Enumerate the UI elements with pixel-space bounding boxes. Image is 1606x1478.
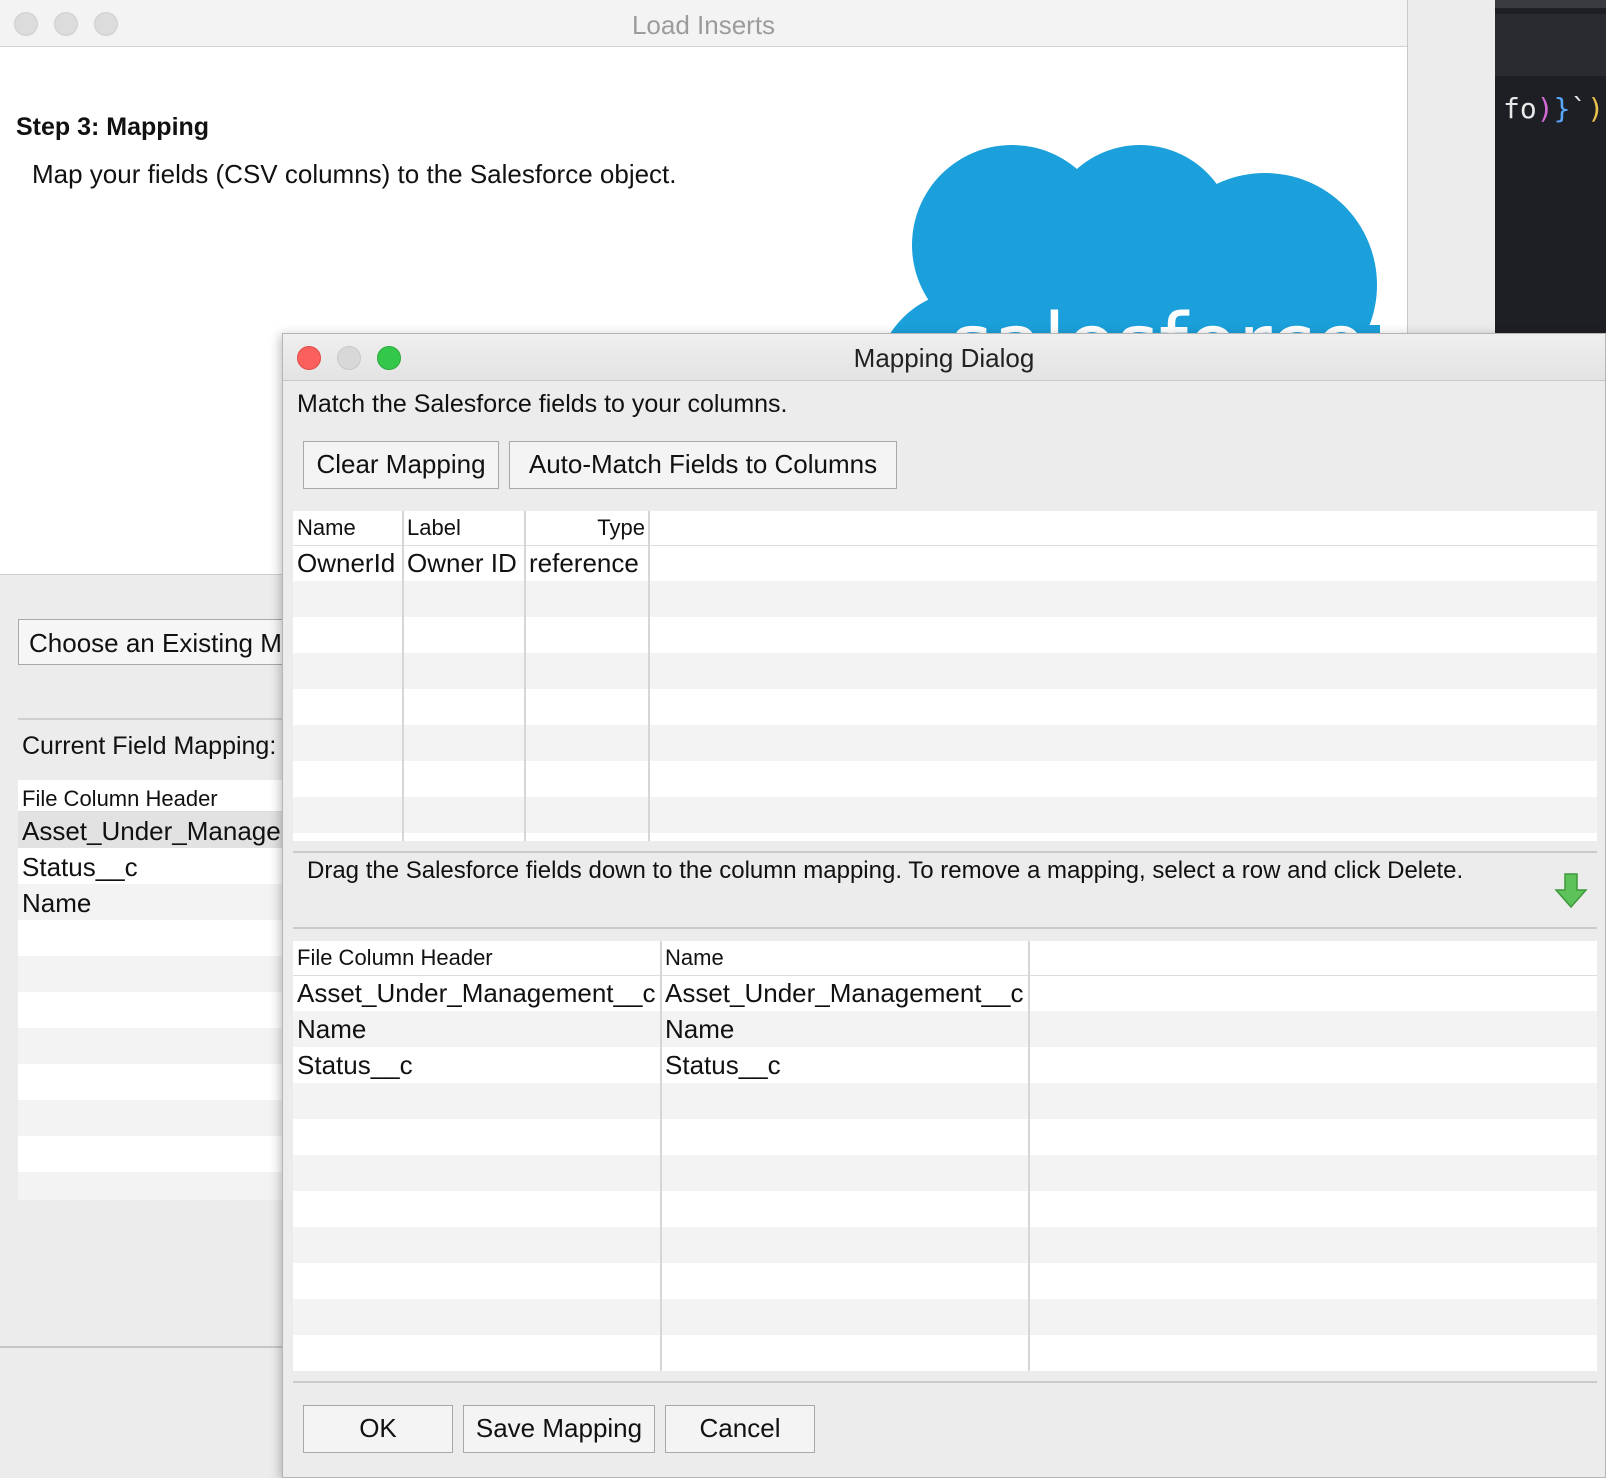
file-column-cell[interactable]: Status__c [293, 1047, 417, 1083]
clear-mapping-button[interactable]: Clear Mapping [303, 441, 499, 489]
step-title: Step 3: Mapping [16, 113, 210, 141]
divider [0, 1346, 320, 1348]
table-row-empty[interactable] [293, 1263, 1597, 1299]
table-row-empty[interactable] [18, 1172, 318, 1200]
divider [18, 718, 318, 720]
column-divider [648, 511, 650, 841]
arrow-down-icon [1554, 873, 1588, 909]
table-row-empty[interactable] [293, 1155, 1597, 1191]
field-type-cell[interactable]: reference [525, 545, 643, 581]
table-header: Name Label Type [293, 511, 1597, 546]
divider [293, 851, 1597, 853]
table-row-empty[interactable] [18, 1100, 318, 1136]
current-mapping-table[interactable]: File Column Header Asset_Under_Manage St… [18, 780, 318, 1200]
table-row-empty[interactable] [293, 1335, 1597, 1371]
table-row-empty[interactable] [18, 1136, 318, 1172]
table-row-empty[interactable] [18, 1028, 318, 1064]
code-token: ) [1587, 92, 1605, 125]
table-row-empty[interactable] [293, 797, 1597, 833]
window-title: Load Inserts [631, 10, 776, 40]
table-row[interactable]: Asset_Under_Manage [18, 812, 318, 848]
column-divider [1028, 941, 1030, 1371]
dialog-instruction: Match the Salesforce fields to your colu… [297, 390, 788, 418]
column-header-name[interactable]: Name [661, 941, 1029, 975]
editor-tab-strip [1495, 14, 1606, 76]
cancel-button[interactable]: Cancel [665, 1405, 815, 1453]
divider [293, 1381, 1597, 1383]
mapped-field-cell[interactable]: Name [661, 1011, 738, 1047]
code-token: ) [1536, 92, 1554, 125]
column-header-file[interactable]: File Column Header [293, 941, 661, 975]
table-row[interactable] [293, 1047, 1597, 1083]
column-header-label[interactable]: Label [403, 511, 525, 545]
editor-top-strip [1495, 0, 1606, 8]
code-token: ` [1570, 92, 1588, 125]
table-row-empty[interactable] [293, 1299, 1597, 1335]
table-row-empty[interactable] [293, 1119, 1597, 1155]
table-row-empty[interactable] [293, 1191, 1597, 1227]
table-header: File Column Header Name [293, 941, 1597, 976]
ok-button[interactable]: OK [303, 1405, 453, 1453]
column-header-name[interactable]: Name [293, 511, 403, 545]
table-header[interactable]: File Column Header [18, 780, 318, 812]
field-name-cell[interactable]: OwnerId [293, 545, 399, 581]
auto-match-button[interactable]: Auto-Match Fields to Columns [509, 441, 897, 489]
file-column-cell[interactable]: Name [293, 1011, 370, 1047]
field-label-cell[interactable]: Owner ID [403, 545, 521, 581]
mapping-dialog: Mapping Dialog Match the Salesforce fiel… [282, 333, 1606, 1478]
current-field-mapping-label: Current Field Mapping: [22, 732, 277, 760]
table-row[interactable] [293, 1011, 1597, 1047]
column-mapping-table[interactable]: File Column Header Name Asset_Under_Mana… [293, 941, 1597, 1371]
step-description: Map your fields (CSV columns) to the Sal… [32, 159, 677, 189]
load-inserts-titlebar: Load Inserts [0, 0, 1407, 47]
table-row-empty[interactable] [293, 1083, 1597, 1119]
table-row-empty[interactable] [18, 920, 318, 956]
table-row-empty[interactable] [18, 956, 318, 992]
table-row[interactable]: Status__c [18, 848, 318, 884]
save-mapping-button[interactable]: Save Mapping [463, 1405, 655, 1453]
table-row-empty[interactable] [293, 761, 1597, 797]
table-row-empty[interactable] [18, 992, 318, 1028]
table-row[interactable]: Name [18, 884, 318, 920]
table-row-empty[interactable] [293, 617, 1597, 653]
table-row-empty[interactable] [293, 653, 1597, 689]
code-token: } [1553, 92, 1571, 125]
editor-code-line: fo)}`) [1503, 92, 1604, 125]
dialog-title: Mapping Dialog [853, 343, 1035, 373]
table-row-empty[interactable] [293, 725, 1597, 761]
salesforce-fields-table[interactable]: Name Label Type OwnerId Owner ID referen… [293, 511, 1597, 841]
file-column-cell[interactable]: Asset_Under_Management__c [293, 975, 659, 1011]
mapped-field-cell[interactable]: Status__c [661, 1047, 785, 1083]
table-row-empty[interactable] [18, 1064, 318, 1100]
column-header-type[interactable]: Type [525, 511, 649, 545]
drag-instruction: Drag the Salesforce fields down to the c… [307, 857, 1464, 884]
table-row-empty[interactable] [293, 689, 1597, 725]
mapped-field-cell[interactable]: Asset_Under_Management__c [661, 975, 1027, 1011]
mapping-dialog-titlebar: Mapping Dialog [283, 334, 1605, 381]
code-token: fo [1503, 92, 1537, 125]
table-row-empty[interactable] [293, 581, 1597, 617]
table-row-empty[interactable] [293, 1227, 1597, 1263]
divider [293, 927, 1597, 929]
